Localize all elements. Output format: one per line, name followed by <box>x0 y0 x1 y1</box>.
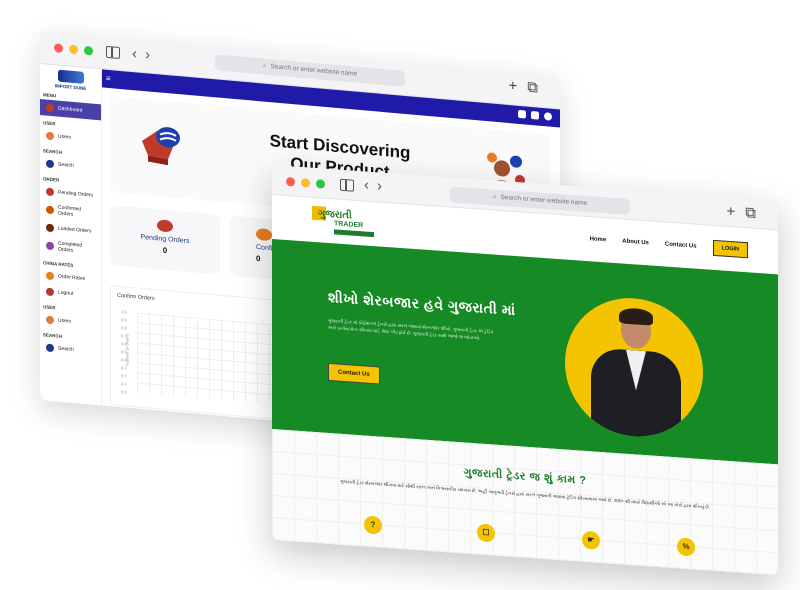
feature-document-icon: ☐ <box>477 523 495 543</box>
stat-card-pending[interactable]: Pending Orders 0 <box>110 205 220 275</box>
sidebar-toggle-icon[interactable] <box>340 178 354 192</box>
sidebar-item-label: Search <box>58 161 74 169</box>
confirmed-orders-icon <box>46 205 54 215</box>
gujarati-trader-browser-window: ‹› ⌕ Search or enter website name +⧉ ગુજર… <box>272 165 778 576</box>
logo-line2: TRADER <box>334 220 364 230</box>
sidebar-item-label: Order Rates <box>58 273 86 282</box>
dashboard-icon <box>46 103 54 113</box>
order-rates-icon <box>46 271 54 281</box>
users-icon <box>46 131 54 141</box>
sidebar-item-label: Logout <box>58 289 74 297</box>
sidebar-item-label: Search <box>58 345 74 353</box>
sidebar: IMPORT DUNE MENU Dashboard USER Users SEARCH… <box>40 64 102 406</box>
maximize-dot[interactable] <box>84 45 93 56</box>
feature-question-icon: ? <box>364 515 382 535</box>
chart-y-tick: 1.0 <box>121 309 127 315</box>
minimize-dot[interactable] <box>69 44 78 55</box>
logo-bar <box>334 229 374 238</box>
nav-home[interactable]: Home <box>590 236 607 243</box>
pending-orders-icon <box>157 219 173 233</box>
loaded-orders-icon <box>46 223 54 233</box>
nav-arrows-icon[interactable]: ‹› <box>364 176 390 195</box>
hero-section: શીખો શેરબજાર હવે ગુજરાતી માં ગુજરાતી ટ્ર… <box>272 239 778 465</box>
sidebar-item-label: Dashboard <box>58 105 83 114</box>
url-placeholder: Search or enter website name <box>500 193 588 208</box>
logo-mark-icon <box>57 69 84 84</box>
maximize-dot[interactable] <box>316 179 325 189</box>
search-icon <box>46 159 54 169</box>
feature-hand-icon: ☛ <box>582 530 600 550</box>
chart-y-tick: 0.5 <box>121 349 127 355</box>
sidebar-item-label: Loaded Orders <box>58 225 92 235</box>
nav-about[interactable]: About Us <box>622 238 649 246</box>
confirmed-orders-icon <box>256 227 272 242</box>
topbar-icons <box>518 109 552 121</box>
nav-contact[interactable]: Contact Us <box>665 241 697 249</box>
pending-orders-icon <box>46 187 54 197</box>
contact-us-button[interactable]: Contact Us <box>328 362 380 385</box>
window-controls <box>54 43 93 56</box>
person-hair <box>619 307 653 326</box>
close-dot[interactable] <box>54 43 63 54</box>
chart-y-tick: 0.4 <box>121 357 127 363</box>
chart-y-tick: 0.3 <box>121 365 127 371</box>
url-placeholder: Search or enter website name <box>270 63 358 78</box>
sidebar-item-label: Pending Orders <box>58 189 94 199</box>
close-dot[interactable] <box>286 176 295 187</box>
sidebar-item-label: Confirmed Orders <box>58 204 82 218</box>
search-icon <box>46 343 54 353</box>
search-icon: ⌕ <box>492 193 497 201</box>
minimize-dot[interactable] <box>301 178 310 188</box>
hero-title: શીખો શેરબજાર હવે ગુજરાતી માં <box>328 288 516 319</box>
menu-icon[interactable]: ≡ <box>106 74 111 83</box>
chart-y-tick: 0.6 <box>121 341 127 347</box>
notification-icon[interactable] <box>531 110 539 120</box>
logout-icon <box>46 287 54 297</box>
new-tab-and-tabs-icons[interactable]: +⧉ <box>727 203 766 223</box>
completed-orders-icon <box>46 241 54 251</box>
chart-y-tick: 0.9 <box>121 317 127 323</box>
chart-y-tick: 0.7 <box>121 333 127 339</box>
site-nav: Home About Us Contact Us LOGIN <box>590 231 748 259</box>
search-icon: ⌕ <box>262 62 267 70</box>
chart-y-tick: 0.0 <box>121 389 127 395</box>
puzzle-illustration-icon <box>142 127 180 166</box>
chart-y-tick: 0.1 <box>121 381 127 387</box>
avatar[interactable] <box>544 112 552 121</box>
sidebar-toggle-icon[interactable] <box>106 45 120 59</box>
sidebar-item-label: Completed Orders <box>58 240 83 254</box>
site-logo[interactable]: ગુજરાતી TRADER <box>312 205 374 240</box>
sidebar-item-label: Users <box>58 317 72 325</box>
feature-percent-icon: % <box>677 537 695 557</box>
users-icon <box>46 315 54 325</box>
nav-arrows-icon[interactable]: ‹› <box>132 45 158 64</box>
window-controls <box>286 176 325 189</box>
sidebar-item-label: Users <box>58 133 72 141</box>
chart-y-tick: 0.8 <box>121 325 127 331</box>
trainer-photo <box>565 293 703 442</box>
chart-y-tick: 0.2 <box>121 373 127 379</box>
new-tab-and-tabs-icons[interactable]: +⧉ <box>509 77 548 97</box>
expand-icon[interactable] <box>518 109 526 119</box>
hero-paragraph: ગુજરાતી ટ્રેડર માં પ્રોફેશનલ ટ્રેનર્સ દ્… <box>328 317 494 341</box>
login-button[interactable]: LOGIN <box>712 239 748 259</box>
